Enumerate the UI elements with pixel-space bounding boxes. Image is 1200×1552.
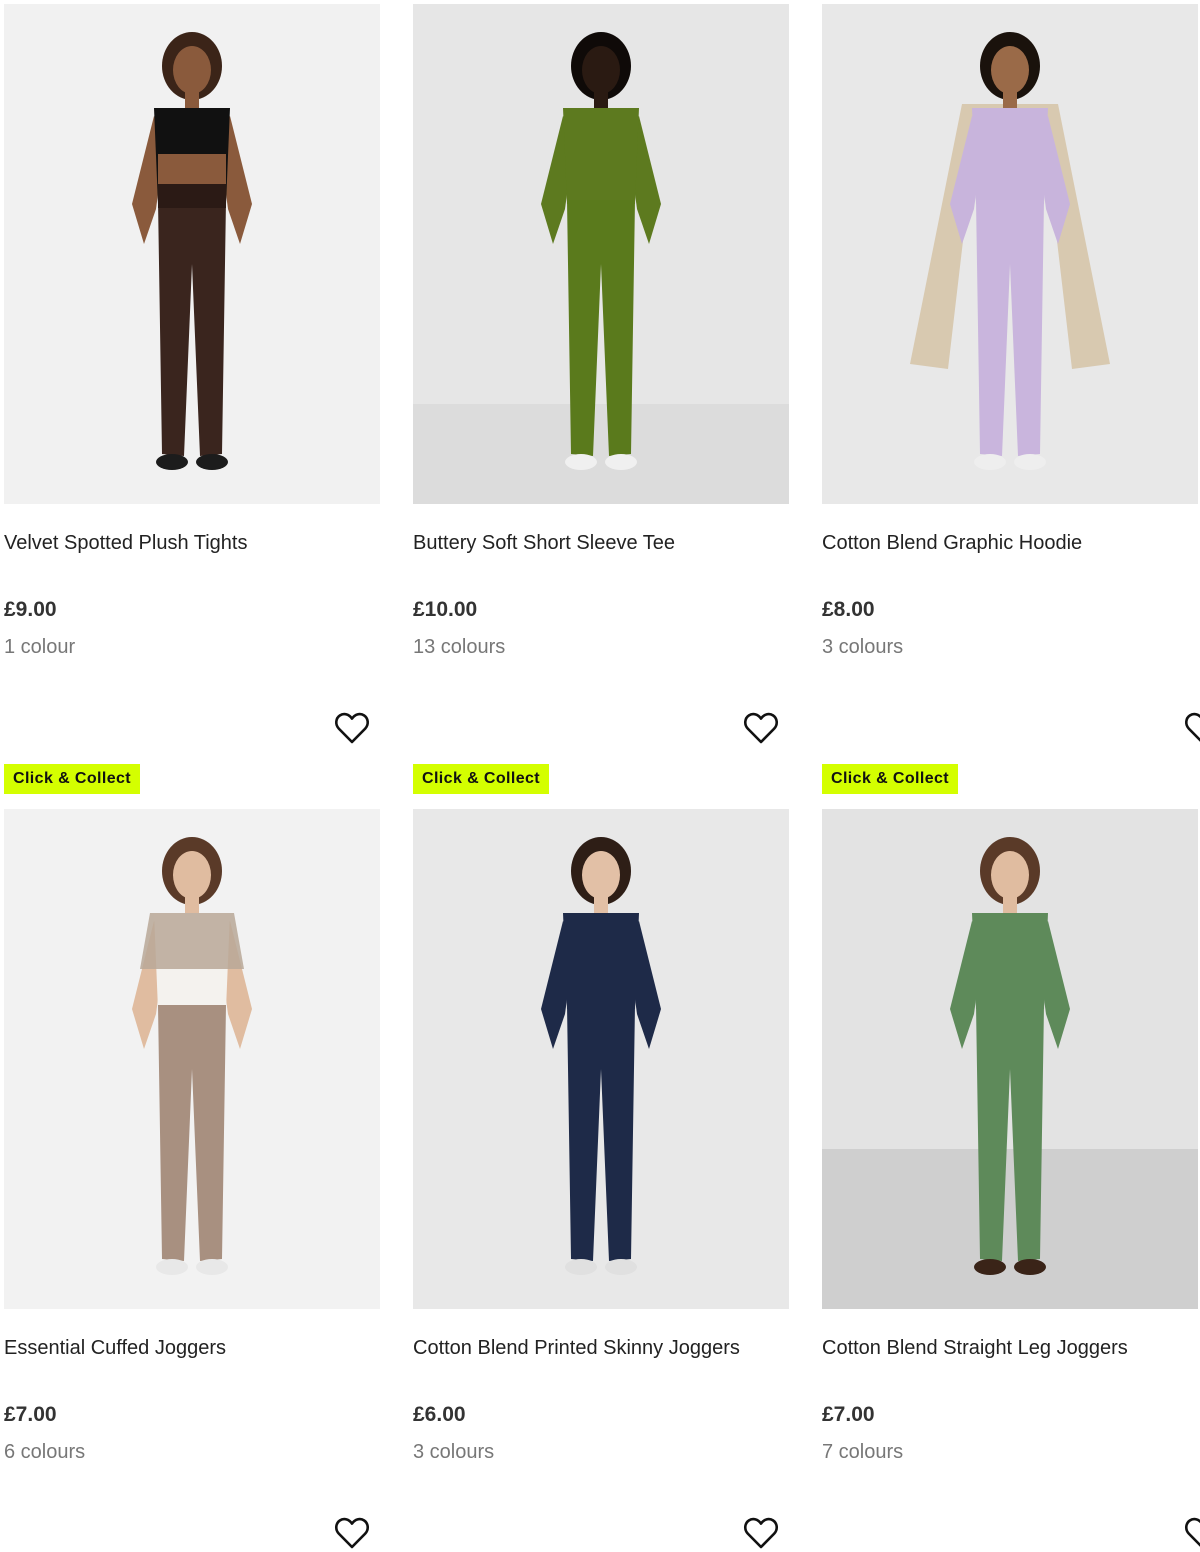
wishlist-heart-button[interactable] — [334, 1516, 370, 1550]
product-grid: Click & Collect Velvet Spotted Plush Tig… — [0, 0, 1200, 1552]
model-photo — [413, 4, 789, 504]
product-image[interactable] — [822, 4, 1198, 504]
product-card[interactable]: Click & Collect Cotton Blend Straight Le… — [822, 809, 1200, 1552]
product-colour-count: 3 colours — [822, 636, 904, 658]
product-colour-count: 13 colours — [413, 636, 506, 658]
product-price: £7.00 — [822, 1403, 875, 1426]
product-card[interactable]: Click & Collect Cotton Blend Graphic Hoo… — [822, 4, 1200, 794]
product-price: £7.00 — [4, 1403, 57, 1426]
product-colour-count: 6 colours — [4, 1441, 86, 1463]
product-title[interactable]: Cotton Blend Printed Skinny Joggers — [413, 1335, 740, 1361]
click-collect-badge: Click & Collect — [822, 764, 959, 794]
wishlist-heart-button[interactable] — [1184, 1516, 1200, 1550]
product-card[interactable]: Click & Collect Cotton Blend Printed Ski… — [413, 809, 789, 1552]
product-colour-count: 7 colours — [822, 1441, 904, 1463]
product-price: £8.00 — [822, 598, 875, 621]
click-collect-badge: Click & Collect — [4, 764, 141, 794]
product-image[interactable] — [4, 4, 380, 504]
heart-icon — [335, 1517, 369, 1549]
product-card[interactable]: Click & Collect Essential Cuffed Joggers… — [4, 809, 380, 1552]
product-title[interactable]: Cotton Blend Graphic Hoodie — [822, 530, 1082, 556]
heart-icon — [744, 712, 778, 744]
click-collect-badge: Click & Collect — [413, 764, 550, 794]
product-price: £10.00 — [413, 598, 478, 621]
product-image[interactable] — [413, 4, 789, 504]
product-title[interactable]: Buttery Soft Short Sleeve Tee — [413, 530, 675, 556]
product-image[interactable] — [822, 809, 1198, 1309]
product-card[interactable]: Click & Collect Buttery Soft Short Sleev… — [413, 4, 789, 794]
wishlist-heart-button[interactable] — [334, 711, 370, 745]
product-title[interactable]: Velvet Spotted Plush Tights — [4, 530, 248, 556]
model-photo — [4, 4, 380, 504]
product-image[interactable] — [413, 809, 789, 1309]
product-colour-count: 1 colour — [4, 636, 76, 658]
product-image[interactable] — [4, 809, 380, 1309]
heart-icon — [1185, 1517, 1200, 1547]
model-photo — [4, 809, 380, 1309]
model-photo — [822, 4, 1198, 504]
product-card[interactable]: Click & Collect Velvet Spotted Plush Tig… — [4, 4, 380, 794]
wishlist-heart-button[interactable] — [743, 711, 779, 745]
heart-icon — [335, 712, 369, 744]
product-title[interactable]: Essential Cuffed Joggers — [4, 1335, 226, 1361]
model-photo — [822, 809, 1198, 1309]
heart-icon — [1185, 712, 1200, 742]
heart-icon — [744, 1517, 778, 1549]
product-title[interactable]: Cotton Blend Straight Leg Joggers — [822, 1335, 1128, 1361]
wishlist-heart-button[interactable] — [1184, 711, 1200, 745]
wishlist-heart-button[interactable] — [743, 1516, 779, 1550]
model-photo — [413, 809, 789, 1309]
product-colour-count: 3 colours — [413, 1441, 495, 1463]
product-price: £6.00 — [413, 1403, 466, 1426]
product-price: £9.00 — [4, 598, 57, 621]
